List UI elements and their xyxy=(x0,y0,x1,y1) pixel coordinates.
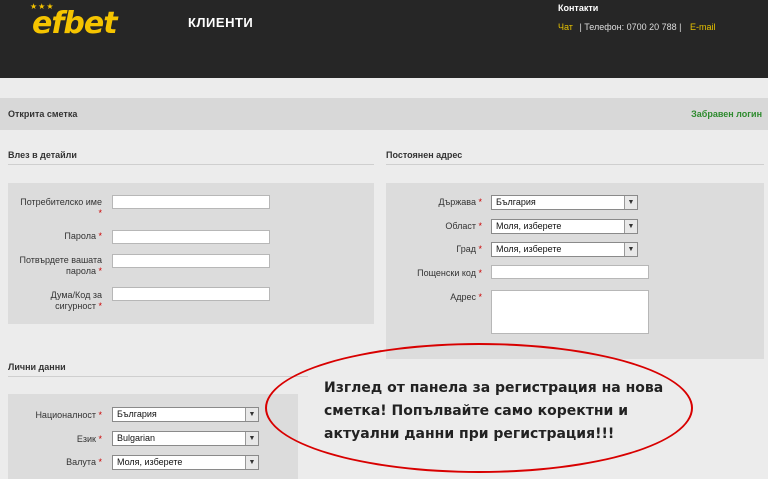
address-section-title: Постоянен адрес xyxy=(386,150,463,160)
contacts-title: Контакти xyxy=(558,3,599,13)
chevron-down-icon[interactable]: ▼ xyxy=(624,220,637,233)
username-input[interactable] xyxy=(112,195,270,209)
region-label: Област * xyxy=(445,221,482,231)
password-input[interactable] xyxy=(112,230,270,244)
address-label: Адрес * xyxy=(450,292,482,302)
nationality-value: България xyxy=(117,409,157,419)
efbet-logo[interactable]: efbet xyxy=(32,6,118,41)
address-textarea[interactable] xyxy=(491,290,649,334)
nationality-select[interactable]: България ▼ xyxy=(112,407,259,422)
top-header: ★★★ efbet КЛИЕНТИ Контакти Чат | Телефон… xyxy=(0,0,768,78)
chat-link[interactable]: Чат xyxy=(558,22,573,32)
page-title: Открита сметка xyxy=(8,109,78,119)
login-section-title: Влез в детайли xyxy=(8,150,77,160)
region-value: Моля, изберете xyxy=(496,221,562,231)
forgot-login-link[interactable]: Забравен логин xyxy=(691,109,762,119)
language-value: Bulgarian xyxy=(117,433,156,443)
city-value: Моля, изберете xyxy=(496,244,562,254)
postcode-label: Пощенски код * xyxy=(417,268,482,278)
chevron-down-icon[interactable]: ▼ xyxy=(624,243,637,256)
currency-value: Моля, изберете xyxy=(117,457,183,467)
annotation-text: Изглед от панела за регистрация на нова … xyxy=(324,380,664,442)
nationality-label: Националност * xyxy=(35,410,102,420)
divider xyxy=(386,164,764,165)
divider xyxy=(8,376,308,377)
chevron-down-icon[interactable]: ▼ xyxy=(245,432,258,445)
contacts-line: Чат | Телефон: 0700 20 788 | E-mail xyxy=(558,22,716,32)
country-value: България xyxy=(496,197,536,207)
confirm-password-label: Потвърдете вашата парола * xyxy=(19,255,102,276)
currency-label: Валута * xyxy=(66,457,102,467)
username-label: Потребителско име * xyxy=(20,197,102,218)
email-link[interactable]: E-mail xyxy=(690,22,716,32)
postcode-input[interactable] xyxy=(491,265,649,279)
country-select[interactable]: България ▼ xyxy=(491,195,638,210)
country-label: Държава * xyxy=(438,197,482,207)
region-select[interactable]: Моля, изберете ▼ xyxy=(491,219,638,234)
divider xyxy=(8,164,374,165)
page-title-bar: Открита сметка Забравен логин xyxy=(0,98,768,130)
city-select[interactable]: Моля, изберете ▼ xyxy=(491,242,638,257)
personal-section-title: Лични данни xyxy=(8,362,66,372)
security-code-label: Дума/Код за сигурност * xyxy=(50,290,102,311)
language-label: Език * xyxy=(76,434,102,444)
security-code-input[interactable] xyxy=(112,287,270,301)
confirm-password-input[interactable] xyxy=(112,254,270,268)
language-select[interactable]: Bulgarian ▼ xyxy=(112,431,259,446)
city-label: Град * xyxy=(456,244,482,254)
password-label: Парола * xyxy=(64,231,102,241)
chevron-down-icon[interactable]: ▼ xyxy=(624,196,637,209)
header-subtitle: КЛИЕНТИ xyxy=(188,15,254,30)
chevron-down-icon[interactable]: ▼ xyxy=(245,408,258,421)
chevron-down-icon[interactable]: ▼ xyxy=(245,456,258,469)
currency-select[interactable]: Моля, изберете ▼ xyxy=(112,455,259,470)
phone-text: | Телефон: 0700 20 788 | xyxy=(579,22,682,32)
